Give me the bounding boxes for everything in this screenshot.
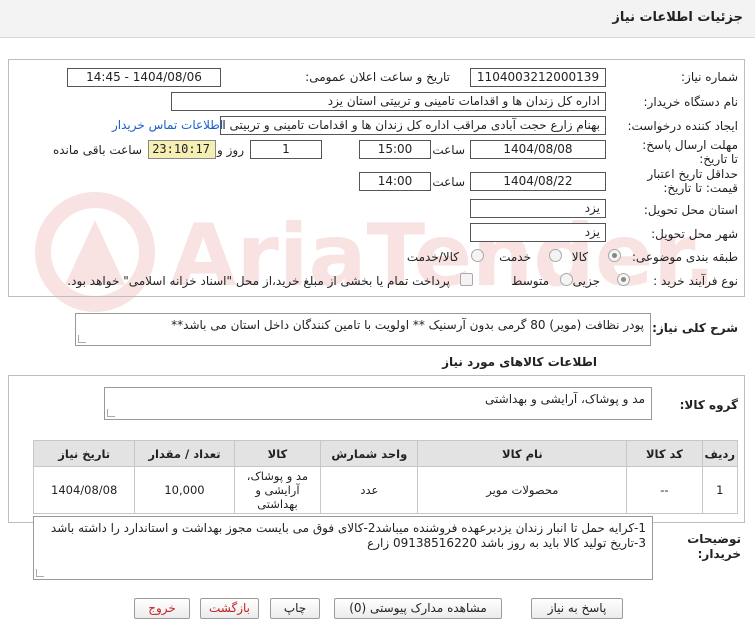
- col-header-name: نام کالا: [417, 440, 628, 467]
- need-number-label: شماره نیاز:: [681, 70, 738, 84]
- validity-time-label: ساعت: [432, 175, 465, 189]
- creator-label: ایجاد کننده درخواست:: [627, 119, 738, 133]
- back-button[interactable]: بازگشت: [200, 598, 259, 619]
- category-label: طبقه بندی موضوعی:: [631, 250, 738, 264]
- goods-table-header: ردیف کد کالا نام کالا واحد شمارش کالا تع…: [32, 440, 738, 467]
- page-header: جزئیات اطلاعات نیاز: [0, 0, 755, 38]
- col-header-qty: تعداد / مقدار: [134, 440, 235, 467]
- print-button[interactable]: چاپ: [270, 598, 320, 619]
- validity-label: حداقل تاریخ اعتبار قیمت: تا تاریخ:: [647, 167, 738, 195]
- col-header-unit: واحد شمارش: [320, 440, 419, 467]
- resize-handle[interactable]: [107, 409, 115, 417]
- cell-code: --: [626, 466, 703, 514]
- process-radio-minor[interactable]: [617, 273, 630, 286]
- process-radio-medium[interactable]: [560, 273, 573, 286]
- buyer-notes-textarea: 1-کرایه حمل تا انبار زندان یزدبرعهده فرو…: [33, 516, 653, 580]
- send-deadline-label: مهلت ارسال پاسخ: تا تاریخ:: [642, 138, 738, 166]
- col-header-row: ردیف: [701, 440, 738, 467]
- category-radio-service[interactable]: [549, 249, 562, 262]
- description-textarea: پودر نظافت (مویر) 80 گرمی بدون آرسنیک **…: [75, 313, 651, 346]
- buyer-notes-text: 1-کرایه حمل تا انبار زندان یزدبرعهده فرو…: [50, 521, 646, 550]
- city-label: شهر محل تحویل:: [651, 227, 738, 241]
- exit-button[interactable]: خروج: [134, 598, 190, 619]
- goods-group-value: مد و پوشاک، آرایشی و بهداشتی: [485, 392, 645, 406]
- cell-goods: مد و پوشاک، آرایشی و بهداشتی: [233, 466, 322, 514]
- need-number-field: 1104003212000139: [470, 68, 606, 87]
- col-header-date: تاریخ نیاز: [32, 440, 136, 467]
- send-time-label: ساعت: [432, 143, 465, 157]
- cell-row: 1: [701, 466, 738, 514]
- days-count-field: 1: [250, 140, 322, 159]
- process-label: نوع فرآیند خرید :: [653, 274, 738, 288]
- payment-note: پرداخت تمام یا بخشی از مبلغ خرید،از محل …: [67, 274, 450, 288]
- cell-qty: 10,000: [134, 466, 235, 514]
- validity-time: 14:00: [359, 172, 431, 191]
- days-and-label: روز و: [217, 143, 244, 157]
- send-deadline-date: 1404/08/08: [470, 140, 606, 159]
- treasury-payment-checkbox[interactable]: [460, 273, 473, 286]
- category-option-service: خدمت: [499, 250, 531, 264]
- cell-unit: عدد: [320, 466, 419, 514]
- category-option-goods: کالا: [571, 250, 588, 264]
- cell-date: 1404/08/08: [32, 466, 136, 514]
- category-radio-goods[interactable]: [608, 249, 621, 262]
- category-radio-goods-service[interactable]: [471, 249, 484, 262]
- remaining-time-label: ساعت باقی مانده: [52, 143, 142, 157]
- buyer-org-label: نام دستگاه خریدار:: [643, 95, 739, 109]
- remaining-time-field: 23:10:17: [148, 140, 216, 159]
- col-header-goods: کالا: [233, 440, 322, 467]
- announce-field: 1404/08/06 - 14:45: [67, 68, 221, 87]
- category-option-goods-service: کالا/خدمت: [406, 250, 459, 264]
- goods-group-textarea: مد و پوشاک، آرایشی و بهداشتی: [104, 387, 652, 420]
- goods-group-label: گروه کالا:: [679, 398, 738, 412]
- goods-table: ردیف کد کالا نام کالا واحد شمارش کالا تع…: [32, 440, 738, 514]
- province-field: یزد: [470, 199, 606, 218]
- announce-label: تاریخ و ساعت اعلان عمومی:: [305, 70, 450, 84]
- col-header-code: کد کالا: [626, 440, 703, 467]
- cell-name: محصولات مویر: [417, 466, 628, 514]
- respond-button[interactable]: پاسخ به نیاز: [531, 598, 623, 619]
- validity-date: 1404/08/22: [470, 172, 606, 191]
- table-row: 1 -- محصولات مویر عدد مد و پوشاک، آرایشی…: [32, 466, 738, 514]
- buyer-org-field: اداره کل زندان ها و اقدامات تامینی و ترب…: [171, 92, 606, 111]
- contact-info-link[interactable]: اطلاعات تماس خریدار: [112, 118, 223, 132]
- send-deadline-time: 15:00: [359, 140, 431, 159]
- page-title: جزئیات اطلاعات نیاز: [612, 10, 743, 25]
- description-text: پودر نظافت (مویر) 80 گرمی بدون آرسنیک **…: [171, 318, 644, 332]
- buyer-notes-label: توضیحات خریدار:: [687, 532, 741, 561]
- view-attachments-button[interactable]: مشاهده مدارک پیوستی (0): [334, 598, 502, 619]
- creator-field: بهنام زارع حجت آبادی مراقب اداره کل زندا…: [220, 116, 606, 135]
- process-option-medium: متوسط: [511, 274, 549, 288]
- resize-handle[interactable]: [36, 569, 44, 577]
- province-label: استان محل تحویل:: [643, 203, 738, 217]
- resize-handle[interactable]: [78, 335, 86, 343]
- process-option-minor: جزیی: [572, 274, 600, 288]
- description-label: شرح کلی نیاز:: [652, 321, 738, 335]
- goods-section-title: اطلاعات کالاهای مورد نیاز: [442, 355, 597, 369]
- city-field: یزد: [470, 223, 606, 242]
